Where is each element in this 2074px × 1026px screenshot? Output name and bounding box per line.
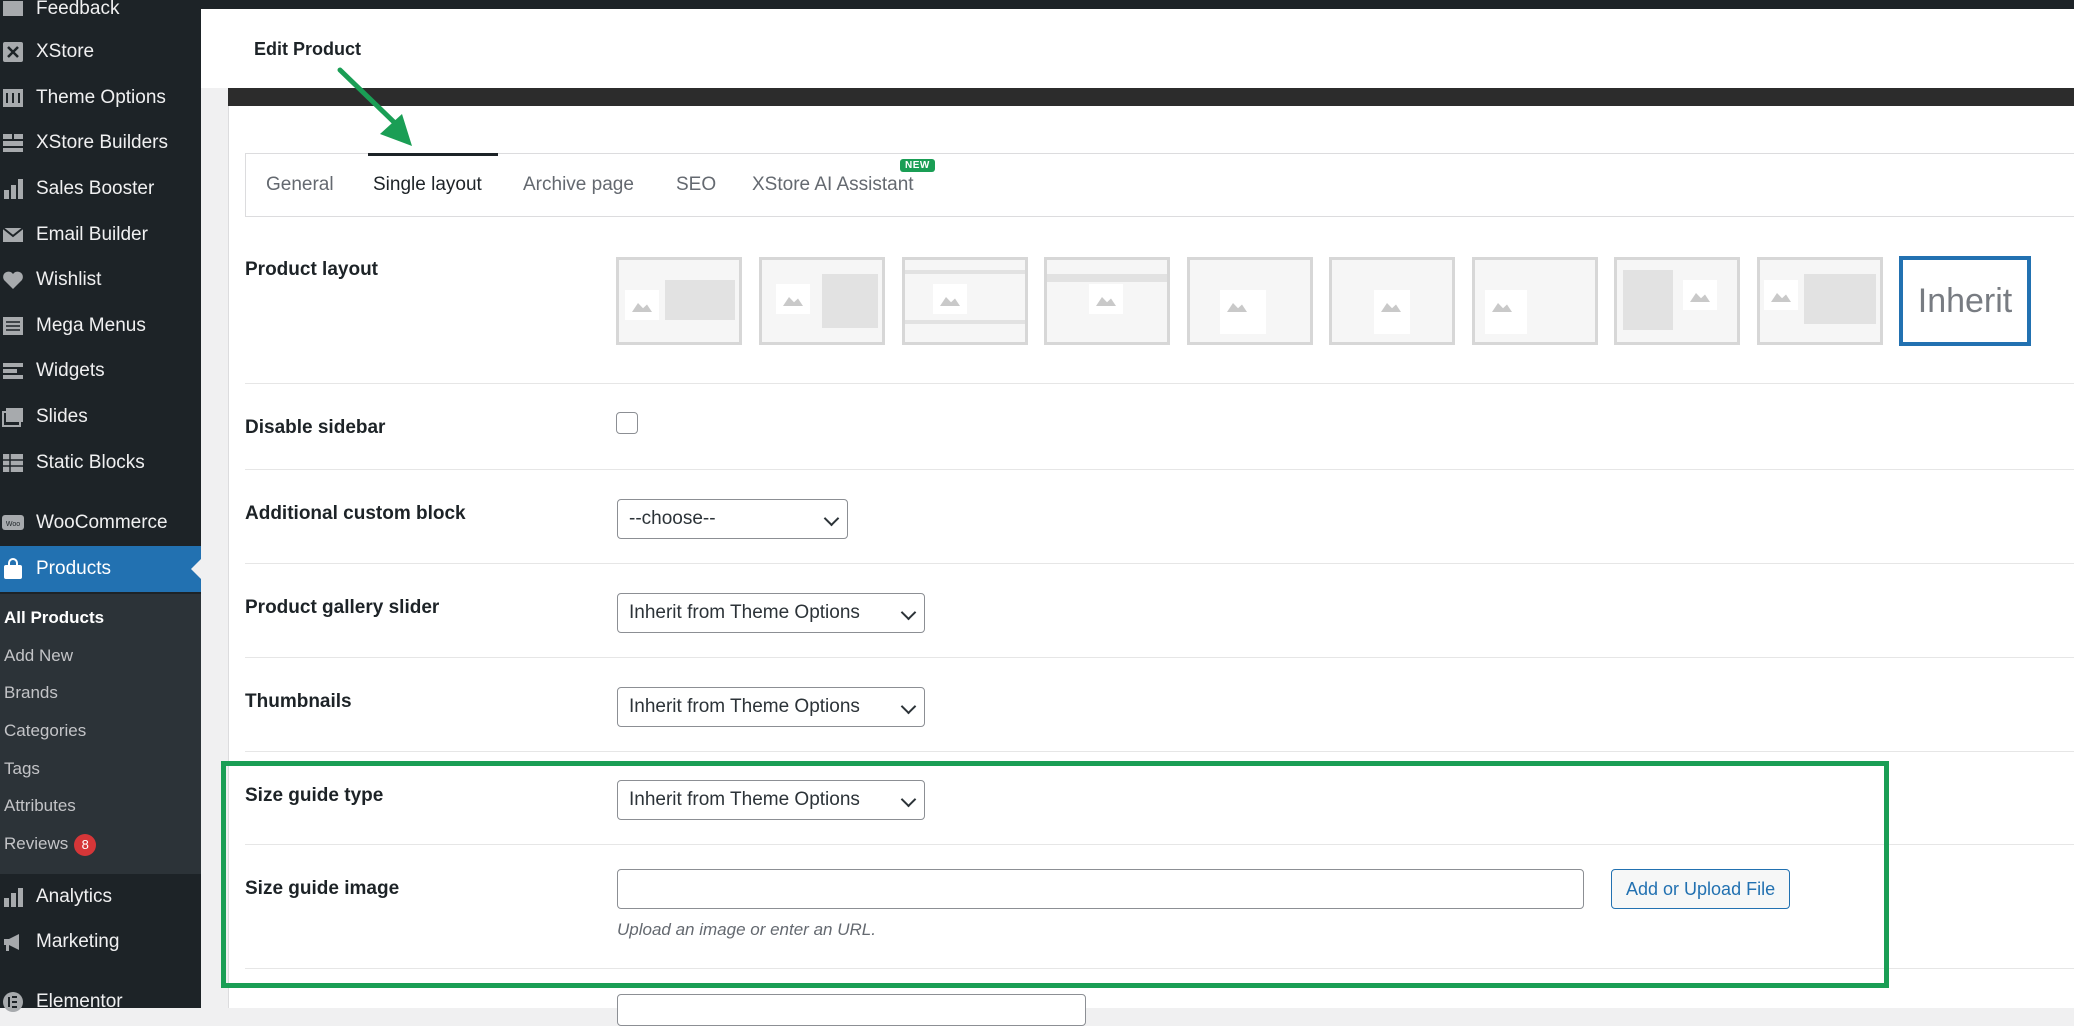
sidebar-item-mega-menus[interactable]: Mega Menus <box>0 303 201 349</box>
layout-option-3[interactable] <box>902 257 1028 345</box>
submenu-categories[interactable]: Categories <box>4 721 86 741</box>
highlight-box <box>221 761 1889 988</box>
svg-text:Woo: Woo <box>6 521 20 528</box>
submenu-reviews[interactable]: Reviews 8 <box>4 834 97 856</box>
row-divider <box>245 751 2074 752</box>
sidebar-item-xstore[interactable]: XStore <box>0 29 201 75</box>
submenu-brands[interactable]: Brands <box>4 683 58 703</box>
thumbnails-value: Inherit from Theme Options <box>629 696 860 717</box>
custom-block-value: --choose-- <box>629 508 716 529</box>
builders-icon <box>3 134 23 152</box>
disable-sidebar-checkbox[interactable] <box>616 412 638 434</box>
woocommerce-icon: Woo <box>2 515 24 530</box>
sidebar-item-sales-booster[interactable]: Sales Booster <box>0 166 201 212</box>
layout-option-8[interactable] <box>1614 257 1740 345</box>
theme-options-icon <box>3 89 23 107</box>
layout-option-1[interactable] <box>616 257 742 345</box>
email-icon <box>2 227 24 242</box>
slides-icon <box>2 408 23 427</box>
next-field-input[interactable] <box>617 994 1086 1026</box>
sidebar-item-elementor[interactable]: Elementor <box>0 979 201 1025</box>
reviews-count-badge: 8 <box>74 834 97 856</box>
analytics-icon <box>4 888 23 907</box>
admin-sidebar: Feedback XStore Theme Options XStore Bui… <box>0 0 201 1012</box>
widgets-icon <box>3 363 23 379</box>
xstore-icon <box>3 42 23 62</box>
layout-option-7[interactable] <box>1472 257 1598 345</box>
layout-option-2[interactable] <box>759 257 885 345</box>
layout-option-9[interactable] <box>1757 257 1883 345</box>
sidebar-item-marketing[interactable]: Marketing <box>0 919 201 965</box>
sidebar-item-xstore-builders[interactable]: XStore Builders <box>0 120 201 166</box>
sidebar-item-email-builder[interactable]: Email Builder <box>0 212 201 258</box>
thumbnails-label: Thumbnails <box>245 691 352 712</box>
layout-option-4[interactable] <box>1044 257 1170 345</box>
page-header: Edit Product <box>201 9 2074 88</box>
layout-option-6[interactable] <box>1329 257 1455 345</box>
chart-bar-icon <box>4 179 23 199</box>
product-layout-label: Product layout <box>245 259 379 280</box>
row-divider <box>245 469 2074 470</box>
custom-block-select[interactable]: --choose-- <box>617 499 848 539</box>
submenu-tags[interactable]: Tags <box>4 759 40 779</box>
tab-general[interactable]: General <box>266 174 334 196</box>
gallery-slider-label: Product gallery slider <box>245 597 440 618</box>
tab-single-layout[interactable]: Single layout <box>373 174 482 196</box>
sidebar-item-woocommerce[interactable]: Woo WooCommerce <box>0 500 201 546</box>
layout-option-inherit[interactable]: Inherit <box>1899 256 2031 346</box>
megaphone-icon <box>4 934 19 951</box>
products-submenu: All Products Add New Brands Categories T… <box>0 594 201 874</box>
sidebar-item-wishlist[interactable]: Wishlist <box>0 257 201 303</box>
row-divider <box>245 657 2074 658</box>
layout-option-5[interactable] <box>1187 257 1313 345</box>
static-blocks-icon <box>3 454 23 472</box>
products-bag-icon <box>4 558 22 579</box>
submenu-all-products[interactable]: All Products <box>4 608 104 628</box>
chevron-down-icon <box>900 604 917 621</box>
row-divider <box>245 383 2074 384</box>
submenu-reviews-label: Reviews <box>4 834 69 853</box>
pointer-arrow-icon <box>337 67 412 146</box>
admin-top-bar <box>201 0 2074 9</box>
sidebar-item-theme-options[interactable]: Theme Options <box>0 75 201 121</box>
custom-block-label: Additional custom block <box>245 503 466 524</box>
tab-archive-page[interactable]: Archive page <box>523 174 634 196</box>
elementor-icon <box>3 992 23 1012</box>
feedback-icon <box>3 1 23 16</box>
tab-xstore-ai-assistant[interactable]: XStore AI Assistant <box>752 174 914 196</box>
submenu-add-new[interactable]: Add New <box>4 646 73 666</box>
page-title: Edit Product <box>254 39 361 59</box>
sidebar-item-static-blocks[interactable]: Static Blocks <box>0 440 201 486</box>
chevron-down-icon <box>823 510 840 527</box>
tab-seo[interactable]: SEO <box>676 174 716 196</box>
sidebar-item-widgets[interactable]: Widgets <box>0 348 201 394</box>
disable-sidebar-label: Disable sidebar <box>245 417 386 438</box>
new-badge: NEW <box>900 159 935 172</box>
submenu-attributes[interactable]: Attributes <box>4 796 76 816</box>
thumbnails-select[interactable]: Inherit from Theme Options <box>617 687 925 727</box>
sidebar-item-feedback[interactable]: Feedback <box>0 0 201 32</box>
row-divider <box>245 563 2074 564</box>
options-tabs: General Single layout Archive page SEO X… <box>245 153 2074 217</box>
metabox-header[interactable] <box>228 88 2074 106</box>
gallery-slider-value: Inherit from Theme Options <box>629 602 860 623</box>
mega-menu-icon <box>3 317 23 335</box>
sidebar-item-slides[interactable]: Slides <box>0 394 201 440</box>
sidebar-item-analytics[interactable]: Analytics <box>0 874 201 920</box>
heart-icon <box>3 271 23 289</box>
sidebar-item-products[interactable]: Products <box>0 546 201 592</box>
gallery-slider-select[interactable]: Inherit from Theme Options <box>617 593 925 633</box>
chevron-down-icon <box>900 698 917 715</box>
